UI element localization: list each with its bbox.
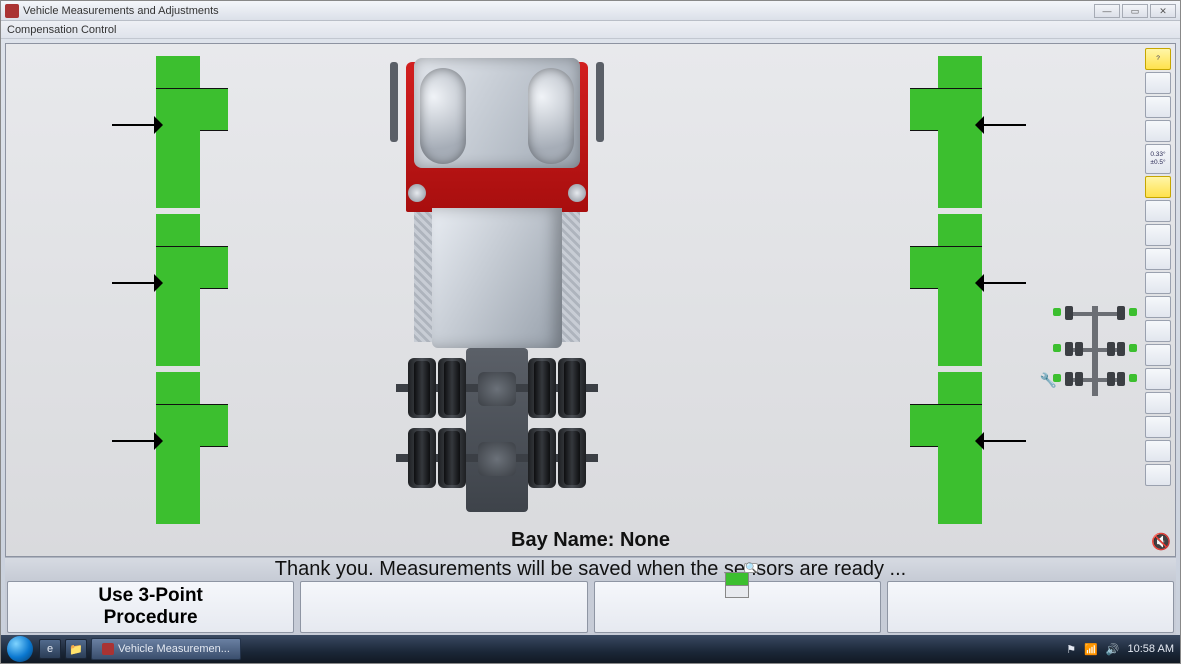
arrow-left-icon — [982, 124, 1026, 126]
tool-btn-10[interactable] — [1145, 272, 1171, 294]
app-window: Vehicle Measurements and Adjustments — ▭… — [0, 0, 1181, 664]
mirror-right — [568, 184, 586, 202]
tool-btn-15[interactable] — [1145, 392, 1171, 414]
wheel — [408, 428, 436, 488]
mirror-arm-left — [390, 62, 398, 142]
diagram-area: ? 0.33° ±0.5° — [5, 43, 1176, 557]
arrow-left-icon — [982, 440, 1026, 442]
indicator-right-2 — [910, 214, 982, 366]
differential-2 — [478, 442, 516, 476]
taskbar: e 📁 Vehicle Measuremen... ⚑ 📶 🔊 10:58 AM — [1, 635, 1180, 663]
tool-btn-3[interactable] — [1145, 96, 1171, 118]
app-icon — [5, 4, 19, 18]
arrow-right-icon — [112, 124, 156, 126]
system-tray: ⚑ 📶 🔊 10:58 AM — [1066, 643, 1174, 656]
button-label: Use 3-Point Procedure — [98, 585, 203, 629]
truck-hood — [432, 208, 562, 348]
indicator-left-2 — [156, 214, 228, 366]
exhaust-stack-left — [420, 68, 466, 164]
tool-btn-12[interactable] — [1145, 320, 1171, 342]
wheel — [558, 358, 586, 418]
action-button-4[interactable] — [887, 581, 1174, 633]
content: ? 0.33° ±0.5° — [1, 39, 1180, 635]
window-controls: — ▭ ✕ — [1092, 4, 1176, 18]
taskbar-explorer-icon[interactable]: 📁 — [65, 639, 87, 659]
differential-1 — [478, 372, 516, 406]
status-message: Thank you. Measurements will be saved wh… — [5, 557, 1176, 581]
start-button[interactable] — [7, 636, 33, 662]
tool-btn-17[interactable] — [1145, 440, 1171, 462]
indicator-left-3 — [156, 372, 228, 524]
mirror-left — [408, 184, 426, 202]
tool-help-icon[interactable]: ? — [1145, 48, 1171, 70]
tool-btn-4[interactable] — [1145, 120, 1171, 142]
arrow-right-icon — [112, 282, 156, 284]
tool-btn-13[interactable] — [1145, 344, 1171, 366]
tool-btn-18[interactable] — [1145, 464, 1171, 486]
tool-btn-14[interactable] — [1145, 368, 1171, 390]
tool-btn-16[interactable] — [1145, 416, 1171, 438]
wheel — [438, 428, 466, 488]
tray-clock[interactable]: 10:58 AM — [1128, 643, 1174, 655]
action-button-row: Use 3-Point Procedure 🔍 — [5, 581, 1176, 635]
wheel — [528, 358, 556, 418]
title-bar: Vehicle Measurements and Adjustments — ▭… — [1, 1, 1180, 21]
action-button-2[interactable] — [300, 581, 587, 633]
indicator-column-left — [156, 56, 231, 524]
speaker-muted-icon[interactable]: 🔇 — [1151, 532, 1171, 552]
mirror-arm-right — [596, 62, 604, 142]
task-label: Vehicle Measuremen... — [118, 643, 230, 655]
menu-bar: Compensation Control — [1, 21, 1180, 39]
minimize-button[interactable]: — — [1094, 4, 1120, 18]
tool-strip: ? 0.33° ±0.5° — [1145, 48, 1173, 486]
use-3point-procedure-button[interactable]: Use 3-Point Procedure — [7, 581, 294, 633]
compensation-status-icon: 🔍 — [725, 572, 749, 598]
chassis-thumbnail[interactable] — [1063, 302, 1127, 402]
tray-network-icon[interactable]: 📶 — [1084, 643, 1098, 656]
tray-volume-icon[interactable]: 🔊 — [1106, 643, 1120, 656]
close-button[interactable]: ✕ — [1150, 4, 1176, 18]
tool-btn-7[interactable] — [1145, 200, 1171, 222]
window-title: Vehicle Measurements and Adjustments — [23, 5, 1092, 17]
indicator-right-1 — [910, 56, 982, 208]
arrow-right-icon — [112, 440, 156, 442]
arrow-left-icon — [982, 282, 1026, 284]
tool-btn-6[interactable] — [1145, 176, 1171, 198]
maximize-button[interactable]: ▭ — [1122, 4, 1148, 18]
wheel — [558, 428, 586, 488]
task-app-icon — [102, 643, 114, 655]
indicator-left-1 — [156, 56, 228, 208]
indicator-right-3 — [910, 372, 982, 524]
taskbar-task-vehicle-measurements[interactable]: Vehicle Measuremen... — [91, 638, 241, 660]
wrench-icon[interactable]: 🔧 — [1040, 372, 1057, 389]
tool-tolerance[interactable]: 0.33° ±0.5° — [1145, 144, 1171, 174]
wheel — [408, 358, 436, 418]
menu-compensation-control[interactable]: Compensation Control — [7, 24, 116, 36]
wheel — [438, 358, 466, 418]
tool-btn-11[interactable] — [1145, 296, 1171, 318]
indicator-column-right — [910, 56, 985, 524]
exhaust-stack-right — [528, 68, 574, 164]
action-button-3[interactable]: 🔍 — [594, 581, 881, 633]
tool-btn-2[interactable] — [1145, 72, 1171, 94]
wheel — [528, 428, 556, 488]
magnifier-icon: 🔍 — [744, 563, 758, 573]
taskbar-ie-icon[interactable]: e — [39, 639, 61, 659]
tool-btn-8[interactable] — [1145, 224, 1171, 246]
bay-name-label: Bay Name: None — [6, 529, 1175, 552]
tool-btn-9[interactable] — [1145, 248, 1171, 270]
truck-diagram — [386, 56, 608, 516]
tray-flag-icon[interactable]: ⚑ — [1066, 643, 1076, 656]
